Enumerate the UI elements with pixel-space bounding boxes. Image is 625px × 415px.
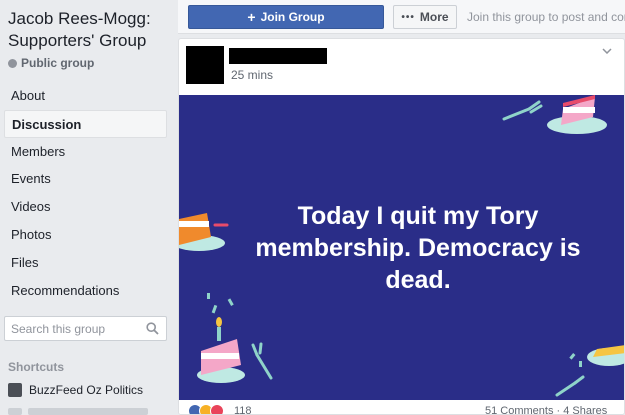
search-input[interactable]: [5, 321, 143, 336]
reaction-count[interactable]: 118: [234, 405, 252, 414]
join-label: Join Group: [260, 10, 325, 24]
nav-item-files[interactable]: Files: [4, 249, 167, 277]
nav-item-about[interactable]: About: [4, 82, 167, 110]
search-icon[interactable]: [146, 322, 159, 335]
reaction-icons[interactable]: [188, 404, 224, 414]
chevron-down-icon[interactable]: [602, 48, 612, 54]
nav-item-discussion[interactable]: Discussion: [4, 109, 167, 138]
author-name-redacted[interactable]: [229, 48, 327, 64]
avatar[interactable]: [186, 46, 224, 84]
privacy-label: Public group: [21, 56, 95, 70]
nav-item-events[interactable]: Events: [4, 165, 167, 193]
shortcut-label-partial: [28, 408, 148, 415]
nav-item-videos[interactable]: Videos: [4, 193, 167, 221]
nav-item-members[interactable]: Members: [4, 138, 167, 166]
comments-shares-count[interactable]: 51 Comments · 4 Shares: [485, 405, 607, 414]
group-post: 25 mins Today I quit my Tory membership.…: [178, 38, 625, 415]
group-title[interactable]: Jacob Rees-Mogg: Supporters' Group: [8, 8, 173, 52]
group-privacy: Public group: [8, 56, 94, 70]
group-nav: About Discussion Members Events Videos P…: [4, 82, 167, 304]
nav-item-recommendations[interactable]: Recommendations: [4, 277, 167, 305]
shortcut-item[interactable]: BuzzFeed Oz Politics: [8, 383, 143, 397]
group-action-bar: + Join Group ••• More Join this group to…: [178, 0, 625, 34]
post-background-banner: Today I quit my Tory membership. Democra…: [179, 95, 624, 400]
page-icon: [8, 383, 22, 397]
more-label: More: [419, 10, 449, 24]
dots-icon: •••: [401, 11, 415, 23]
shortcuts-heading: Shortcuts: [8, 360, 65, 374]
shortcut-label: BuzzFeed Oz Politics: [29, 383, 144, 397]
shortcut-item-partial[interactable]: [8, 408, 168, 415]
reaction-bar: 118 51 Comments · 4 Shares: [179, 400, 624, 414]
love-icon: [210, 404, 224, 414]
post-timestamp[interactable]: 25 mins: [231, 68, 273, 82]
join-hint-text: Join this group to post and comm: [467, 10, 625, 24]
more-button[interactable]: ••• More: [393, 5, 457, 29]
globe-icon: [8, 58, 17, 68]
plus-icon: +: [247, 9, 256, 25]
join-group-button[interactable]: + Join Group: [188, 5, 384, 29]
nav-item-photos[interactable]: Photos: [4, 221, 167, 249]
group-sidebar: Jacob Rees-Mogg: Supporters' Group Publi…: [0, 0, 176, 415]
page-icon: [8, 408, 22, 415]
post-text: Today I quit my Tory membership. Democra…: [255, 202, 581, 294]
group-search: [4, 316, 167, 341]
